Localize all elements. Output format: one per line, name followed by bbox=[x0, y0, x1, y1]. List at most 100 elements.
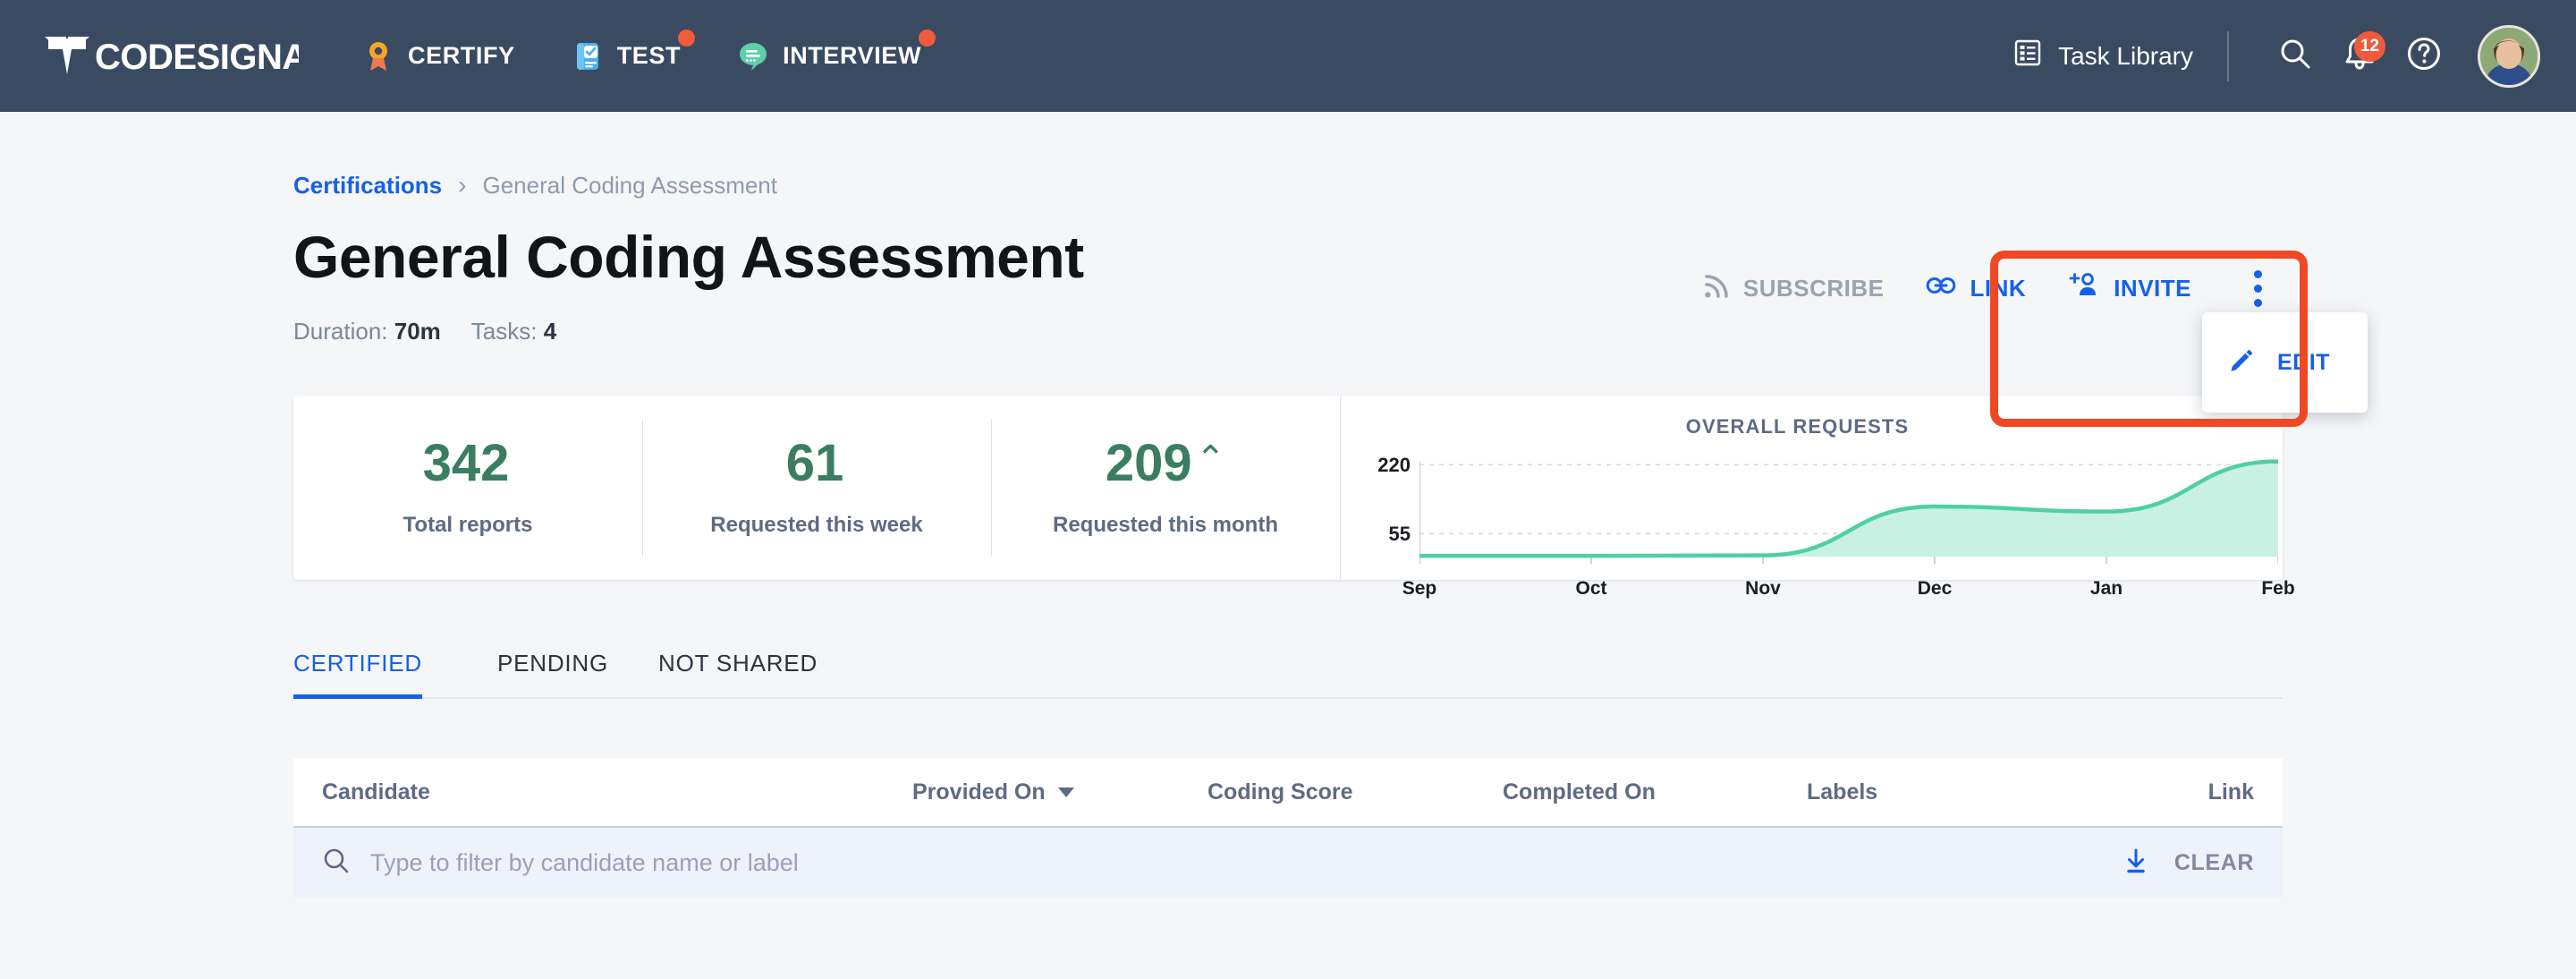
primary-nav: CERTIFY TEST INTERVIEW bbox=[363, 29, 936, 72]
x-axis-label: Sep bbox=[1402, 578, 1437, 599]
download-icon[interactable] bbox=[2121, 846, 2151, 881]
edit-menu-item[interactable]: EDIT bbox=[2277, 350, 2330, 376]
nav-badge-dot-test bbox=[678, 29, 696, 47]
tasks-label: Tasks: bbox=[470, 318, 538, 345]
subscribe-button[interactable]: SUBSCRIBE bbox=[1702, 272, 1885, 305]
more-menu-wrapper: EDIT bbox=[2202, 262, 2368, 413]
chart-plot-area: 220 55 Sep Oct Nov Dec Jan Feb bbox=[1341, 447, 2294, 599]
top-navigation-bar: CODESIGNAL CERTIFY bbox=[0, 0, 2576, 112]
nav-divider bbox=[2227, 30, 2229, 81]
breadcrumb-separator: › bbox=[458, 171, 467, 199]
table-filter-row: CLEAR bbox=[293, 828, 2283, 898]
svg-text:CODESIGNAL: CODESIGNAL bbox=[95, 38, 299, 77]
link-icon bbox=[1926, 272, 1956, 305]
x-axis-label: Nov bbox=[1745, 578, 1781, 599]
x-axis-label: Feb bbox=[2261, 578, 2295, 599]
breadcrumb-current: General Coding Assessment bbox=[482, 171, 777, 199]
duration-meta: Duration: 70m bbox=[293, 318, 441, 345]
notification-count-badge: 12 bbox=[2353, 30, 2385, 62]
stat-requested-this-month: 209 ⌃ Requested this month bbox=[991, 396, 1340, 580]
nav-item-test[interactable]: TEST bbox=[572, 29, 696, 72]
stat-value: 61 bbox=[786, 438, 848, 490]
more-options-button[interactable] bbox=[2233, 262, 2283, 314]
task-library-label: Task Library bbox=[2058, 41, 2193, 70]
column-header-completed-on: Completed On bbox=[1503, 779, 1656, 804]
codesignal-logo[interactable]: CODESIGNAL bbox=[39, 31, 299, 81]
y-axis-tick: 55 bbox=[1388, 523, 1411, 546]
nav-label-test: TEST bbox=[616, 42, 682, 69]
clear-filter-button[interactable]: CLEAR bbox=[2174, 850, 2254, 876]
chart-area-fill bbox=[1419, 461, 2278, 557]
avatar[interactable] bbox=[2478, 24, 2540, 88]
column-header-labels: Labels bbox=[1807, 779, 1878, 804]
tab-pending[interactable]: PENDING bbox=[472, 650, 633, 697]
nav-item-certify[interactable]: CERTIFY bbox=[363, 41, 515, 72]
stat-value: 342 bbox=[423, 438, 513, 490]
kebab-dot bbox=[2253, 298, 2262, 307]
overall-requests-chart: OVERALL REQUESTS 220 55 Sep Oct Nov Dec Jan F… bbox=[1340, 396, 2295, 599]
speech-bubble-icon bbox=[738, 41, 768, 72]
stat-requested-this-week: 61 Requested this week bbox=[642, 396, 991, 580]
column-header-provided-on[interactable]: Provided On bbox=[912, 779, 1208, 805]
stat-trend-caret: ⌃ bbox=[1195, 439, 1226, 479]
candidates-table: Candidate Provided On Coding Score Compl… bbox=[293, 758, 2283, 898]
notifications-button[interactable]: 12 bbox=[2327, 24, 2392, 89]
invite-label: INVITE bbox=[2114, 274, 2191, 302]
tab-certified[interactable]: CERTIFIED bbox=[293, 650, 447, 699]
chart-title: OVERALL REQUESTS bbox=[1685, 415, 1910, 438]
sort-descending-icon bbox=[1057, 787, 1074, 797]
duration-value: 70m bbox=[394, 318, 441, 345]
breadcrumb: Certifications › General Coding Assessme… bbox=[293, 112, 2576, 200]
medal-icon bbox=[363, 41, 394, 72]
add-user-icon bbox=[2067, 271, 2099, 306]
tab-not-shared[interactable]: NOT SHARED bbox=[633, 650, 843, 697]
stats-summary-card: 342 Total reports 61 Requested this week… bbox=[293, 396, 2295, 599]
stat-number: 209 bbox=[1105, 434, 1192, 492]
column-header-candidate: Candidate bbox=[322, 779, 430, 804]
rss-icon bbox=[1702, 272, 1729, 305]
nav-item-interview[interactable]: INTERVIEW bbox=[738, 29, 936, 72]
column-header-link: Link bbox=[2207, 779, 2254, 804]
page-body: Certifications › General Coding Assessme… bbox=[0, 112, 2576, 898]
stat-label: Total reports bbox=[402, 513, 533, 537]
stat-label: Requested this month bbox=[1052, 513, 1278, 537]
list-icon bbox=[2013, 38, 2042, 73]
breadcrumb-certifications[interactable]: Certifications bbox=[293, 172, 442, 200]
y-axis-tick: 220 bbox=[1377, 454, 1411, 477]
stat-number: 61 bbox=[785, 434, 844, 492]
chart-svg bbox=[1419, 459, 2278, 564]
candidate-filter-input[interactable] bbox=[370, 848, 2121, 877]
column-header-provided-on-label: Provided On bbox=[912, 779, 1046, 804]
stat-number: 342 bbox=[422, 434, 510, 492]
kebab-dot bbox=[2253, 269, 2262, 278]
checklist-icon bbox=[572, 41, 603, 72]
filter-actions: CLEAR bbox=[2121, 846, 2254, 881]
subscribe-label: SUBSCRIBE bbox=[1742, 274, 1885, 302]
pencil-icon bbox=[2227, 346, 2256, 379]
search-icon bbox=[2277, 36, 2313, 76]
x-axis-label: Oct bbox=[1575, 578, 1607, 599]
invite-button[interactable]: INVITE bbox=[2067, 271, 2191, 306]
kebab-dot bbox=[2253, 284, 2262, 293]
search-button[interactable] bbox=[2263, 24, 2327, 89]
duration-label: Duration: bbox=[293, 318, 388, 345]
nav-label-interview: INTERVIEW bbox=[783, 42, 922, 69]
table-header-row: Candidate Provided On Coding Score Compl… bbox=[293, 758, 2283, 828]
search-icon bbox=[322, 847, 351, 880]
stat-label: Requested this week bbox=[710, 513, 923, 537]
x-axis-label: Dec bbox=[1917, 578, 1953, 599]
tasks-value: 4 bbox=[543, 318, 557, 345]
nav-right-cluster: Task Library 12 bbox=[2013, 24, 2540, 89]
x-axis-label: Jan bbox=[2089, 578, 2123, 599]
nav-label-certify: CERTIFY bbox=[408, 42, 515, 69]
stat-total-reports: 342 Total reports bbox=[293, 396, 642, 580]
column-header-coding-score: Coding Score bbox=[1208, 779, 1353, 804]
help-button[interactable] bbox=[2392, 24, 2456, 89]
stat-value: 209 ⌃ bbox=[1106, 438, 1225, 490]
filter-input-wrapper[interactable] bbox=[322, 847, 2121, 880]
nav-badge-dot-interview bbox=[919, 29, 936, 47]
link-button[interactable]: LINK bbox=[1926, 272, 2027, 305]
link-label: LINK bbox=[1970, 274, 2027, 302]
task-library-button[interactable]: Task Library bbox=[2013, 38, 2193, 73]
question-circle-icon bbox=[2405, 35, 2443, 77]
